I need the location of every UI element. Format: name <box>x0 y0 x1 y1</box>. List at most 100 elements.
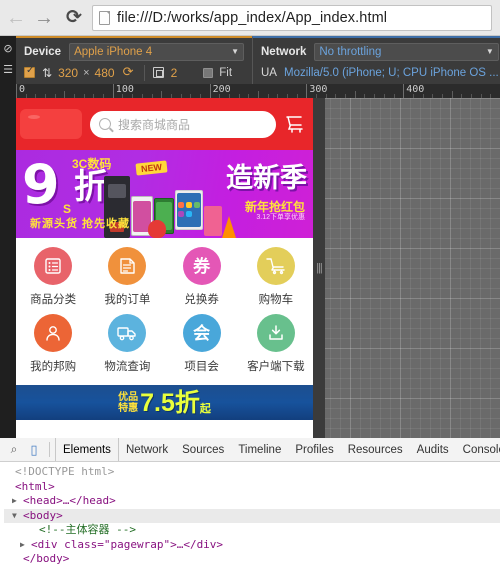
quick-entry-item[interactable]: 会项目会 <box>165 314 239 381</box>
device-width-input[interactable]: 320 <box>58 66 78 80</box>
truck-icon <box>108 314 147 352</box>
ruler-gutter <box>0 84 16 98</box>
ruler-label: 400 <box>406 84 425 95</box>
twisty-open-icon[interactable]: ▼ <box>12 509 23 524</box>
quick-entry-item[interactable]: 客户端下载 <box>239 314 313 381</box>
dom-node-row[interactable]: ▼ <body> <box>4 508 500 524</box>
device-height-input[interactable]: 480 <box>95 66 115 80</box>
quick-entry-row-1: 商品分类 我的订单券兑换券 购物车 <box>16 247 313 314</box>
swap-dimensions-icon[interactable]: ⇅ <box>42 66 52 80</box>
device-panel: Device Apple iPhone 4 ▼ ⇅ 320 × 480 ⟳ 2 <box>16 36 252 84</box>
quick-entry-item[interactable]: 我的订单 <box>90 247 164 314</box>
device-select[interactable]: Apple iPhone 4 ▼ <box>69 42 244 61</box>
viewport-resize-handle[interactable]: ||| <box>313 98 325 438</box>
fit-label: Fit <box>219 66 233 79</box>
ruler-tick <box>161 91 163 98</box>
tab-network[interactable]: Network <box>119 438 175 461</box>
banner-discount-unit: 折 <box>74 168 108 206</box>
bottom-promo-banner[interactable]: 优品 特惠 7.5折 起 <box>16 385 313 420</box>
browser-toolbar: ← → ⟳ file:///D:/works/app_index/App_ind… <box>0 0 500 36</box>
dom-node-text: <!DOCTYPE html> <box>15 465 115 478</box>
dom-node-row[interactable]: </body> <box>4 552 500 566</box>
document-icon <box>108 247 147 285</box>
quick-entry-label: 兑换券 <box>184 294 219 306</box>
device-viewport: 搜索商城商品 9 折 3C数码 S NEW 造新季 新年抢红包 3.12下单享优… <box>16 98 313 438</box>
quick-entry-item[interactable]: 物流查询 <box>90 314 164 381</box>
quick-entry-item[interactable]: 商品分类 <box>16 247 90 314</box>
ruler-label: 200 <box>212 84 231 95</box>
ruler-tick <box>306 84 308 98</box>
devtools-tabbar: ⌕ ▯ Elements Network Sources Timeline Profil… <box>0 438 500 462</box>
search-placeholder: 搜索商城商品 <box>118 117 191 132</box>
dom-node-text: <head>…</head> <box>23 494 116 507</box>
dom-node-row[interactable]: ▶ <head>…</head> <box>4 494 500 509</box>
user-agent-row: UA Mozilla/5.0 (iPhone; U; CPU iPhone OS… <box>261 62 499 83</box>
tab-elements[interactable]: Elements <box>55 438 119 461</box>
tab-resources[interactable]: Resources <box>341 438 410 461</box>
emulation-panels: Device Apple iPhone 4 ▼ ⇅ 320 × 480 ⟳ 2 <box>16 36 500 84</box>
meeting-icon: 会 <box>182 314 221 352</box>
device-enable-checkbox[interactable] <box>24 66 35 78</box>
canvas-gutter <box>0 98 16 438</box>
banner-bottom-sub: 新源头货 抢先收藏 <box>30 218 131 230</box>
dom-node-row[interactable]: ▶ <div class="pagewrap">…</div> <box>4 538 500 553</box>
download-icon <box>256 314 295 352</box>
cart-icon <box>256 247 295 285</box>
elements-dom-tree: <!DOCTYPE html> <html> ▶ <head>…</head> ▼ <bo… <box>0 462 500 566</box>
viewport-ruler: 0100200300400500 <box>0 84 500 98</box>
tab-console[interactable]: Console <box>456 438 500 461</box>
quick-entry-item[interactable]: 我的邦购 <box>16 314 90 381</box>
device-label: Device <box>24 45 62 58</box>
sliders-icon[interactable]: ☰ <box>3 65 13 76</box>
quick-entry-item[interactable]: 购物车 <box>239 247 313 314</box>
address-bar-url: file:///D:/works/app_index/App_index.htm… <box>117 9 388 26</box>
device-select-value: Apple iPhone 4 <box>74 45 153 58</box>
inspect-icon[interactable]: ⌕ <box>4 440 24 460</box>
back-icon[interactable]: ← <box>2 4 30 32</box>
dom-node-row[interactable]: <!--主体容器 --> <box>4 523 500 538</box>
cart-icon[interactable] <box>284 113 306 135</box>
search-input[interactable]: 搜索商城商品 <box>90 110 276 138</box>
ruler-tick <box>64 91 66 98</box>
rotate-icon[interactable]: ⟳ <box>123 65 136 79</box>
network-select-row: Network No throttling ▼ <box>261 41 499 62</box>
icon-glyph: 券 <box>193 256 211 276</box>
list-icon <box>34 247 73 285</box>
banner-right-small: 3.12下单享优惠 <box>256 214 305 221</box>
device-toolbar-icon[interactable]: ▯ <box>24 440 44 460</box>
icon-glyph: 会 <box>193 323 211 343</box>
address-bar[interactable]: file:///D:/works/app_index/App_index.htm… <box>92 4 492 31</box>
tab-profiles[interactable]: Profiles <box>288 438 340 461</box>
twisty-closed-icon[interactable]: ▶ <box>20 538 31 553</box>
ruler-tick <box>451 91 453 98</box>
forward-icon[interactable]: → <box>30 4 58 32</box>
tab-timeline[interactable]: Timeline <box>231 438 288 461</box>
network-throttling-select[interactable]: No throttling ▼ <box>314 42 499 61</box>
tab-audits[interactable]: Audits <box>410 438 456 461</box>
dom-node-row[interactable]: <html> <box>4 480 500 495</box>
twisty-closed-icon[interactable]: ▶ <box>12 494 23 509</box>
device-pixel-ratio-value[interactable]: 2 <box>171 66 178 80</box>
document-icon <box>99 10 110 25</box>
dom-node-text: </body> <box>23 552 70 565</box>
emulation-side-rail: ⊘ ☰ <box>0 36 16 84</box>
ruler-tick <box>209 84 211 98</box>
promo-banner[interactable]: 9 折 3C数码 S NEW 造新季 新年抢红包 3.12下单享优惠 新源头货 … <box>16 150 313 238</box>
dom-node-row[interactable]: <!DOCTYPE html> <box>4 465 500 480</box>
quick-entry-label: 物流查询 <box>104 361 151 373</box>
quick-entry-label: 我的订单 <box>104 294 151 306</box>
dom-node-text: <div class="pagewrap">…</div> <box>31 537 224 551</box>
ruler-label: 100 <box>115 84 134 95</box>
fit-checkbox[interactable] <box>203 67 214 78</box>
site-logo[interactable] <box>20 109 82 139</box>
device-emulation-toolbar: ⊘ ☰ Device Apple iPhone 4 ▼ ⇅ 320 × 480 <box>0 36 500 84</box>
divider <box>143 64 145 81</box>
tab-sources[interactable]: Sources <box>175 438 231 461</box>
divider <box>49 442 50 457</box>
user-agent-value[interactable]: Mozilla/5.0 (iPhone; U; CPU iPhone OS ..… <box>284 67 499 79</box>
no-entry-icon[interactable]: ⊘ <box>3 44 12 55</box>
dom-lines: <!DOCTYPE html> <html> ▶ <head>…</head> ▼ <bo… <box>4 465 500 566</box>
ruler-label: 300 <box>309 84 328 95</box>
quick-entry-item[interactable]: 券兑换券 <box>165 247 239 314</box>
reload-icon[interactable]: ⟳ <box>60 4 88 32</box>
